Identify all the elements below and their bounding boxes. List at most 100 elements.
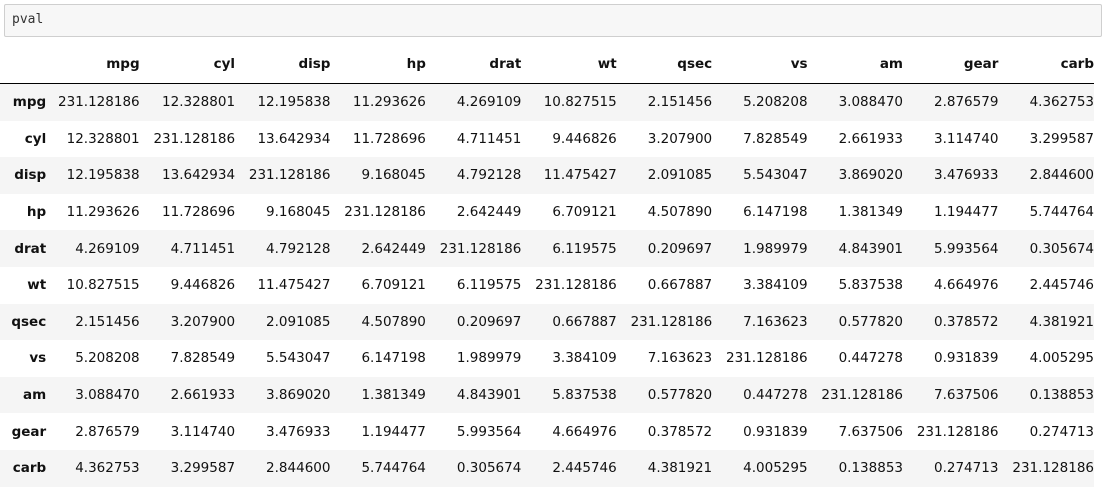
table-cell: 0.209697 [456, 313, 522, 330]
table-cell: 0.378572 [647, 423, 713, 440]
row-header-vs: vs [29, 350, 47, 367]
table-cell: 0.667887 [647, 277, 713, 294]
table-cell: 6.147198 [743, 204, 808, 221]
table-cell: 3.869020 [266, 387, 331, 404]
table-cell: 2.844600 [1029, 167, 1094, 184]
table-body: mpg 231.128186 12.328801 12.195838 11.293626… [0, 83, 1094, 487]
table-cell: 1.194477 [361, 423, 426, 440]
table-cell: 12.328801 [162, 94, 236, 111]
column-header-cyl: cyl [213, 56, 236, 72]
table-cell: 4.664976 [552, 423, 617, 440]
column-header-mpg: mpg [106, 56, 140, 72]
row-header-cyl: cyl [24, 130, 47, 147]
table-cell: 0.305674 [456, 460, 522, 477]
table-row: gear 2.876579 3.114740 3.476933 1.194477 5.99… [0, 413, 1094, 450]
table-cell: 5.744764 [1029, 204, 1094, 221]
column-header-disp: disp [298, 56, 331, 72]
table-row: am 3.088470 2.661933 3.869020 1.381349 4.8439… [0, 376, 1094, 414]
row-header-disp: disp [14, 167, 47, 184]
table-cell: 4.843901 [838, 240, 903, 257]
table-cell: 7.828549 [743, 130, 808, 147]
table-cell: 5.744764 [361, 460, 426, 477]
table-cell: 5.208208 [743, 94, 808, 111]
table-cell: 11.728696 [352, 130, 426, 147]
column-header-am: am [879, 56, 903, 72]
table-cell: 2.876579 [75, 423, 140, 440]
table-cell: 4.711451 [456, 130, 522, 147]
table-cell: 0.931839 [743, 423, 808, 440]
row-header-gear: gear [11, 423, 47, 440]
table-cell: 231.128186 [535, 277, 617, 294]
table-cell: 5.208208 [75, 350, 140, 367]
table-cell: 1.381349 [361, 387, 426, 404]
table-cell: 2.661933 [838, 130, 903, 147]
table-cell: 0.305674 [1029, 240, 1094, 257]
table-cell: 3.299587 [170, 460, 236, 477]
row-header-wt: wt [27, 277, 47, 294]
row-header-am: am [23, 387, 47, 404]
table-row: qsec 2.151456 3.207900 2.091085 4.507890 0.20… [0, 303, 1094, 341]
table-cell: 4.269109 [75, 240, 140, 257]
table-cell: 2.151456 [647, 94, 713, 111]
row-header-hp: hp [26, 204, 47, 221]
table-cell: 4.792128 [266, 240, 331, 257]
table-cell: 9.168045 [361, 167, 426, 184]
row-header-carb: carb [12, 460, 47, 477]
table-cell: 13.642934 [257, 130, 331, 147]
table-cell: 5.993564 [934, 240, 999, 257]
table-cell: 3.114740 [170, 423, 236, 440]
code-cell-text: pval [12, 12, 44, 27]
column-header-drat: drat [489, 56, 522, 72]
table-cell: 0.667887 [552, 313, 617, 330]
table-cell: 12.195838 [257, 94, 331, 111]
table-cell: 0.577820 [647, 387, 713, 404]
table-row: cyl 12.328801 231.128186 13.642934 11.728696… [0, 120, 1094, 158]
table-cell: 4.507890 [361, 313, 426, 330]
table-cell: 5.837538 [552, 387, 617, 404]
dataframe-table: mpg cyl disp hp drat wt qsec vs am gear carb mpg 23… [0, 45, 1094, 487]
table-cell: 5.543047 [266, 350, 331, 367]
table-cell: 4.005295 [1029, 350, 1094, 367]
table-cell: 7.163623 [743, 313, 808, 330]
table-cell: 2.642449 [361, 240, 426, 257]
table-cell: 1.381349 [838, 204, 903, 221]
table-cell: 12.195838 [66, 167, 140, 184]
table-cell: 11.293626 [352, 94, 426, 111]
table-cell: 7.637506 [934, 387, 999, 404]
table-cell: 11.293626 [66, 204, 140, 221]
table-cell: 231.128186 [344, 204, 426, 221]
table-cell: 231.128186 [630, 313, 713, 330]
code-cell-input[interactable]: pval [4, 4, 1102, 37]
table-cell: 3.476933 [934, 167, 999, 184]
table-cell: 4.381921 [647, 460, 713, 477]
table-cell: 9.446826 [552, 130, 617, 147]
table-cell: 5.543047 [743, 167, 808, 184]
table-cell: 2.091085 [266, 313, 331, 330]
table-cell: 2.151456 [75, 313, 140, 330]
table-cell: 3.088470 [75, 387, 140, 404]
table-cell: 9.446826 [170, 277, 236, 294]
table-cell: 2.661933 [170, 387, 236, 404]
table-cell: 9.168045 [266, 204, 331, 221]
table-cell: 4.005295 [743, 460, 808, 477]
table-cell: 0.577820 [838, 313, 903, 330]
row-header-mpg: mpg [12, 94, 47, 111]
table-cell: 5.993564 [456, 423, 522, 440]
table-cell: 0.447278 [743, 387, 808, 404]
table-cell: 3.207900 [170, 313, 236, 330]
table-cell: 7.163623 [647, 350, 713, 367]
table-cell: 7.828549 [170, 350, 236, 367]
column-header-gear: gear [963, 56, 999, 72]
table-cell: 231.128186 [1012, 460, 1094, 477]
column-header-carb: carb [1060, 56, 1094, 72]
table-cell: 0.138853 [1029, 387, 1094, 404]
table-cell: 0.274713 [934, 460, 999, 477]
table-cell: 3.869020 [838, 167, 903, 184]
table-cell: 7.637506 [838, 423, 903, 440]
table-cell: 231.128186 [153, 130, 236, 147]
table-cell: 3.088470 [838, 94, 903, 111]
table-cell: 0.138853 [838, 460, 903, 477]
table-cell: 0.209697 [647, 240, 713, 257]
column-header-vs: vs [790, 56, 808, 72]
table-cell: 0.931839 [934, 350, 999, 367]
